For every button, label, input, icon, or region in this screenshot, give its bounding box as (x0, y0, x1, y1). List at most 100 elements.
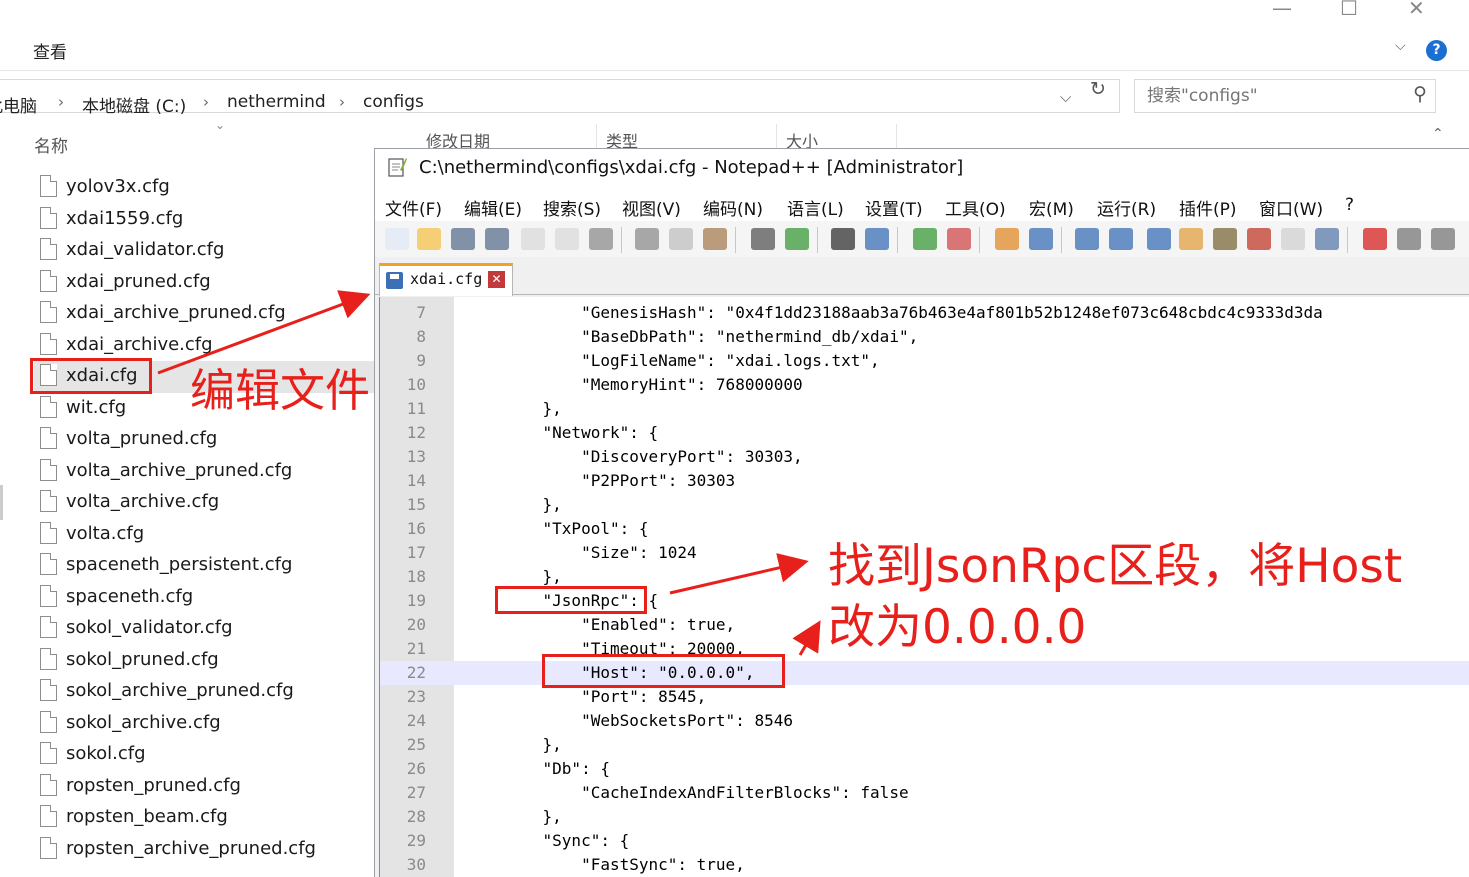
eye-icon[interactable] (1315, 228, 1339, 250)
undo-icon[interactable] (751, 228, 775, 250)
address-bar[interactable]: 此电脑 › 本地磁盘 (C:) › nethermind › configs ⌵ (0, 79, 1120, 117)
line-text[interactable]: "MemoryHint": 768000000 (504, 375, 803, 394)
chevron-right-icon[interactable]: › (203, 93, 209, 111)
find-icon[interactable] (831, 228, 855, 250)
line-text[interactable]: "Sync": { (504, 831, 630, 850)
close-icon[interactable]: ✕ (1408, 0, 1425, 20)
menu-item[interactable]: ? (1345, 195, 1354, 215)
menu-item[interactable]: 编码(N) (703, 195, 763, 220)
search-box[interactable]: ⚲ (1134, 79, 1436, 113)
column-divider[interactable] (896, 124, 897, 148)
breadcrumb-local-disk[interactable]: 本地磁盘 (C:) (82, 92, 186, 117)
file-list-item[interactable]: ropsten_archive_pruned.cfg (34, 834, 374, 866)
code-line[interactable]: 30 "FastSync": true, (380, 853, 1469, 877)
line-text[interactable]: }, (504, 567, 562, 586)
line-text[interactable]: }, (504, 735, 562, 754)
code-line[interactable]: 25 }, (380, 733, 1469, 757)
file-list-item[interactable]: sokol.cfg (34, 739, 374, 771)
line-text[interactable]: "Enabled": true, (504, 615, 735, 634)
menu-item[interactable]: 插件(P) (1179, 195, 1237, 220)
tab-xdai-cfg[interactable]: xdai.cfg ✕ (379, 263, 513, 296)
menu-item[interactable]: 运行(R) (1097, 195, 1156, 220)
breadcrumb-configs[interactable]: configs (363, 92, 424, 112)
line-text[interactable]: "WebSocketsPort": 8546 (504, 711, 793, 730)
code-line[interactable]: 12 "Network": { (380, 421, 1469, 445)
tab-close-icon[interactable]: ✕ (488, 271, 505, 288)
search-icon[interactable]: ⚲ (1413, 83, 1427, 105)
breadcrumb-this-pc[interactable]: 此电脑 (0, 92, 37, 117)
notepadpp-titlebar[interactable]: C:\nethermind\configs\xdai.cfg - Notepad… (375, 149, 1469, 187)
zoom-out-icon[interactable] (947, 228, 971, 250)
doc-map-icon[interactable] (1179, 228, 1203, 250)
code-line[interactable]: 15 }, (380, 493, 1469, 517)
chevron-down-icon[interactable]: ⌵ (1395, 38, 1406, 54)
line-text[interactable]: "LogFileName": "xdai.logs.txt", (504, 351, 880, 370)
file-list-item[interactable]: volta_archive_pruned.cfg (34, 456, 374, 488)
line-text[interactable]: "Port": 8545, (504, 687, 706, 706)
file-list-item[interactable]: sokol_validator.cfg (34, 613, 374, 645)
file-list-item[interactable]: volta.cfg (34, 519, 374, 551)
code-line[interactable]: 9 "LogFileName": "xdai.logs.txt", (380, 349, 1469, 373)
menu-item[interactable]: 宏(M) (1029, 195, 1074, 220)
column-divider[interactable] (596, 124, 597, 148)
menu-item[interactable]: 窗口(W) (1259, 195, 1323, 220)
line-text[interactable]: "FastSync": true, (504, 855, 745, 874)
file-list-item[interactable]: xdai_archive_pruned.cfg (34, 298, 374, 330)
function-list-icon[interactable] (1213, 228, 1237, 250)
file-list-item[interactable]: spaceneth_persistent.cfg (34, 550, 374, 582)
open-file-icon[interactable] (417, 228, 441, 250)
code-line[interactable]: 8 "BaseDbPath": "nethermind_db/xdai", (380, 325, 1469, 349)
file-list-item[interactable]: sokol_archive_pruned.cfg (34, 676, 374, 708)
line-text[interactable]: "P2PPort": 30303 (504, 471, 735, 490)
line-text[interactable]: }, (504, 399, 562, 418)
code-line[interactable]: 11 }, (380, 397, 1469, 421)
sync-h-icon[interactable] (1029, 228, 1053, 250)
file-list-item[interactable]: ropsten_beam.cfg (34, 802, 374, 834)
code-line[interactable]: 24 "WebSocketsPort": 8546 (380, 709, 1469, 733)
paste-icon[interactable] (703, 228, 727, 250)
save-all-icon[interactable] (485, 228, 509, 250)
code-line[interactable]: 13 "DiscoveryPort": 30303, (380, 445, 1469, 469)
code-line[interactable]: 27 "CacheIndexAndFilterBlocks": false (380, 781, 1469, 805)
menu-item[interactable]: 设置(T) (865, 195, 923, 220)
line-text[interactable]: "DiscoveryPort": 30303, (504, 447, 803, 466)
nav-pane-scrollbar[interactable] (0, 485, 3, 520)
file-list-item[interactable]: volta_pruned.cfg (34, 424, 374, 456)
refresh-icon[interactable]: ↻ (1090, 78, 1106, 100)
indent-guide-icon[interactable] (1147, 228, 1171, 250)
file-list-item[interactable]: sokol_archive.cfg (34, 708, 374, 740)
file-list-item[interactable]: xdai1559.cfg (34, 204, 374, 236)
line-text[interactable]: "Size": 1024 (504, 543, 697, 562)
code-line[interactable]: 23 "Port": 8545, (380, 685, 1469, 709)
word-wrap-icon[interactable] (1075, 228, 1099, 250)
code-line[interactable]: 14 "P2PPort": 30303 (380, 469, 1469, 493)
new-file-icon[interactable] (385, 228, 409, 250)
breadcrumb-nethermind[interactable]: nethermind (227, 92, 326, 112)
menu-item[interactable]: 视图(V) (622, 195, 681, 220)
line-text[interactable]: "Network": { (504, 423, 659, 442)
code-line[interactable]: 26 "Db": { (380, 757, 1469, 781)
code-line[interactable]: 28 }, (380, 805, 1469, 829)
redo-icon[interactable] (785, 228, 809, 250)
sync-v-icon[interactable] (995, 228, 1019, 250)
stop-macro-icon[interactable] (1397, 228, 1421, 250)
line-text[interactable]: }, (504, 807, 562, 826)
monitor-icon[interactable] (1281, 228, 1305, 250)
play-macro-icon[interactable] (1431, 228, 1455, 250)
file-list-item[interactable]: yolov3x.cfg (34, 172, 374, 204)
save-icon[interactable] (451, 228, 475, 250)
line-text[interactable]: "GenesisHash": "0x4f1dd23188aab3a76b463e… (504, 303, 1323, 322)
menu-item[interactable]: 文件(F) (385, 195, 442, 220)
line-text[interactable]: "BaseDbPath": "nethermind_db/xdai", (504, 327, 918, 346)
column-header-name[interactable]: 名称 (34, 132, 68, 157)
line-text[interactable]: }, (504, 495, 562, 514)
print-icon[interactable] (589, 228, 613, 250)
column-divider[interactable] (776, 124, 777, 148)
file-list-item[interactable]: sokol_pruned.cfg (34, 645, 374, 677)
copy-icon[interactable] (669, 228, 693, 250)
menu-item[interactable]: 语言(L) (787, 195, 844, 220)
file-list-item[interactable]: ropsten_pruned.cfg (34, 771, 374, 803)
code-line[interactable]: 7 "GenesisHash": "0x4f1dd23188aab3a76b46… (380, 301, 1469, 325)
file-list-item[interactable]: xdai_validator.cfg (34, 235, 374, 267)
search-input[interactable] (1147, 86, 1397, 106)
